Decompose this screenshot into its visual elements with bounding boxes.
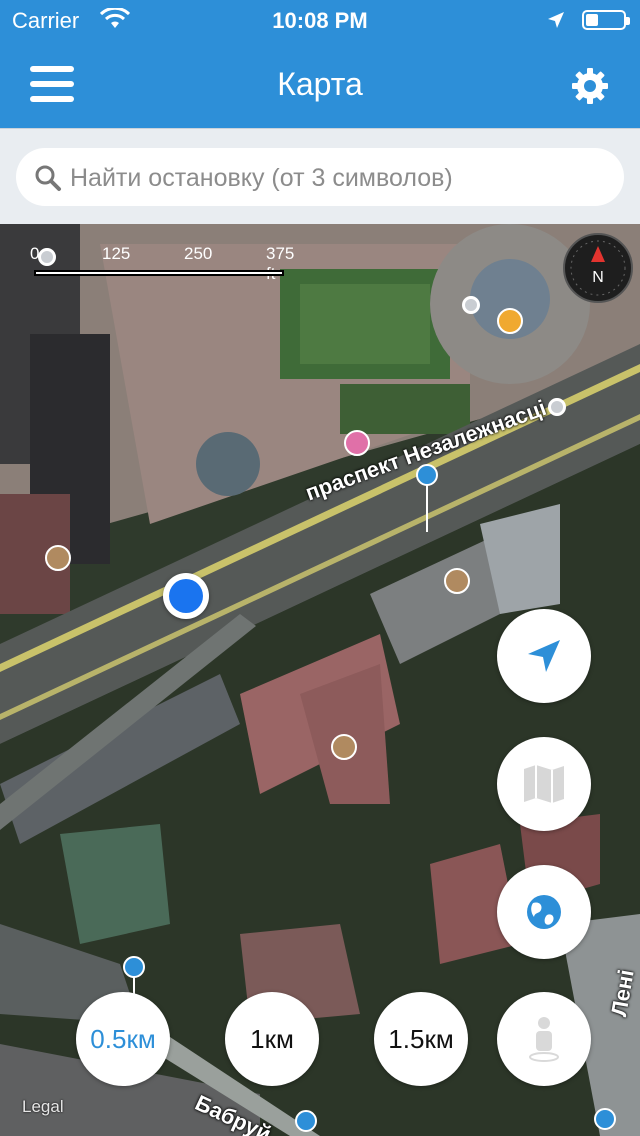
radius-1-5km-button[interactable]: 1.5км (374, 992, 468, 1086)
map-dot[interactable] (548, 398, 566, 416)
scale-label: 125 (102, 244, 131, 263)
satellite-view-button[interactable] (497, 865, 591, 959)
bus-stop-pin[interactable] (123, 956, 145, 978)
bus-stop-pin[interactable] (295, 1110, 317, 1132)
shopping-poi-icon[interactable] (497, 308, 523, 334)
map-type-button[interactable] (497, 737, 591, 831)
svg-text:N: N (592, 269, 604, 286)
battery-icon (582, 10, 630, 30)
radius-1km-button[interactable]: 1км (225, 992, 319, 1086)
map-dot[interactable] (462, 296, 480, 314)
compass-button[interactable]: N (562, 232, 634, 304)
map-scale: 0 125 250 375 ft (30, 242, 294, 283)
app-header: Carrier 10:08 PM Карта (0, 0, 640, 128)
globe-icon (527, 895, 561, 929)
radius-0-5km-button[interactable]: 0.5км (76, 992, 170, 1086)
scale-bar (34, 270, 284, 276)
person-icon (529, 1017, 559, 1062)
settings-button[interactable] (570, 66, 610, 106)
status-time: 10:08 PM (272, 8, 368, 33)
school-poi-icon[interactable] (331, 734, 357, 760)
user-location-marker (163, 573, 209, 619)
landmark-poi-icon[interactable] (344, 430, 370, 456)
scale-label: 375 ft (266, 244, 295, 283)
page-title: Карта (277, 66, 363, 102)
status-bar: Carrier 10:08 PM (0, 0, 640, 40)
map-view[interactable]: 0 125 250 375 ft N праспект Незалежнасці… (0, 224, 640, 1136)
search-field[interactable] (16, 148, 624, 206)
scale-label: 250 (184, 244, 213, 263)
bus-stop-pin[interactable] (416, 464, 438, 486)
my-location-button[interactable] (497, 609, 591, 703)
search-bar (0, 128, 640, 225)
compass-icon: N (563, 233, 633, 303)
map-dot[interactable] (38, 248, 56, 266)
location-arrow-icon (528, 640, 560, 672)
search-input[interactable] (68, 156, 612, 200)
street-view-button[interactable] (497, 992, 591, 1086)
search-icon (35, 165, 61, 191)
legal-link[interactable]: Legal (22, 1097, 64, 1117)
school-poi-icon[interactable] (45, 545, 71, 571)
map-icon (524, 765, 564, 803)
school-poi-icon[interactable] (444, 568, 470, 594)
location-services-icon (548, 12, 564, 28)
bus-stop-pin[interactable] (594, 1108, 616, 1130)
